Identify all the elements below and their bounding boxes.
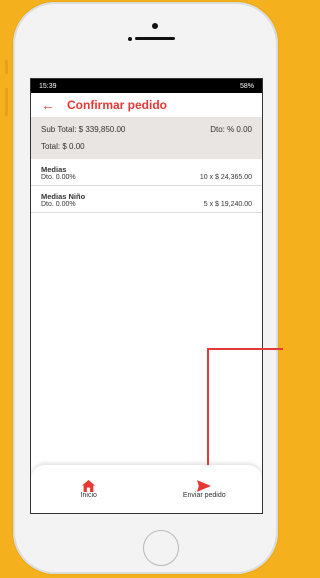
item-qty-price: 10 x $ 24,365.00 [199,174,252,181]
page-title: Confirmar pedido [67,98,168,112]
discount-label: Dto: % 0.00 [210,125,252,134]
side-button-left-2 [5,88,8,116]
item-discount: Dto. 0.00% [41,201,76,208]
subtotal-label: Sub Total: $ 339,850.00 [41,125,126,134]
annotation-line [207,348,283,350]
status-bar: 15:39 58% [31,79,262,93]
sensor-icon [128,37,132,41]
app-bar: ← Confirmar pedido [31,93,262,117]
list-item[interactable]: Medias Niño Dto. 0.00% 5 x $ 19,240.00 [31,186,262,213]
item-name: Medias [41,165,67,174]
home-button[interactable] [143,530,179,566]
annotation-line [207,348,209,465]
item-name: Medias Niño [41,192,86,201]
home-nav-button[interactable]: Inicio [31,465,147,513]
bottom-navigation: Inicio Enviar pedido [31,465,262,513]
order-summary: Sub Total: $ 339,850.00 Dto: % 0.00 Tota… [31,117,262,159]
send-icon [197,479,212,492]
item-discount: Dto. 0.00% [41,174,76,181]
item-qty-price: 5 x $ 19,240.00 [203,201,252,208]
total-label: Total: $ 0.00 [41,142,85,151]
send-nav-label: Enviar pedido [182,491,226,499]
camera-icon [152,23,158,29]
back-arrow-icon[interactable]: ← [41,97,61,113]
list-item[interactable]: Medias Dto. 0.00% 10 x $ 24,365.00 [31,159,262,186]
home-nav-label: Inicio [80,491,97,499]
status-right: 58% [239,82,254,90]
speaker-icon [135,37,175,40]
side-button-left [5,60,8,74]
send-order-button[interactable]: Enviar pedido [147,465,263,513]
status-time: 15:39 [39,82,57,90]
home-icon [82,479,96,492]
app-screen: 15:39 58% ← Confirmar pedido Sub Total: … [30,78,263,514]
